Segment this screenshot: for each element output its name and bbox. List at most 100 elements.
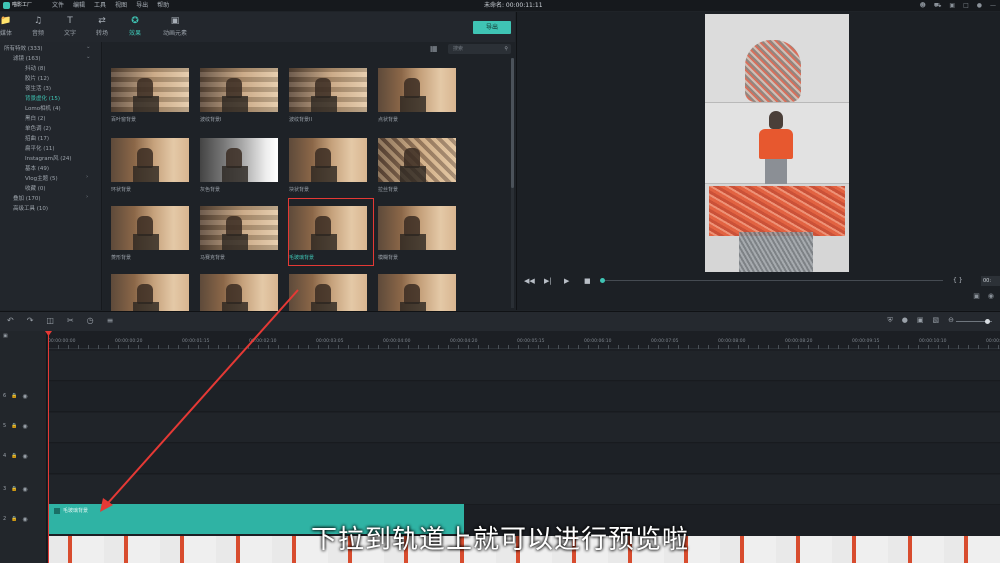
chevron-right-icon[interactable]: › [86, 174, 88, 180]
menu-edit[interactable]: 编辑 [73, 0, 85, 11]
category-all[interactable]: 所有特效 (333) ⌄ [4, 44, 100, 52]
category-item[interactable]: Lomo相机 (4) [25, 104, 61, 112]
category-item[interactable]: 基本 (49) [25, 164, 49, 172]
delete-icon[interactable]: ◫ [46, 316, 54, 325]
category-item-active[interactable]: 背景虚化 (15) [25, 94, 60, 102]
category-item[interactable]: 招曲 (17) [25, 134, 49, 142]
user-icon[interactable]: ☻ [920, 0, 926, 11]
bracket-icon[interactable]: { } [953, 274, 963, 288]
play-icon[interactable]: ▶ [564, 274, 569, 288]
zoom-slider-knob[interactable] [985, 319, 990, 324]
effect-tile[interactable]: 模糊背景 [378, 206, 456, 261]
grid-view-icon[interactable]: ▦ [430, 44, 438, 53]
effect-tile[interactable]: 波纹背景II [289, 68, 367, 123]
chevron-right-icon[interactable]: › [86, 194, 88, 200]
lock-icon[interactable]: 🔒 [11, 516, 17, 523]
subtitle-icon[interactable]: ▧ [933, 316, 940, 325]
ruler-tick-label: 00:00:08:20 [785, 339, 813, 344]
category-item-vlog[interactable]: Vlog主题 (5) › [25, 174, 100, 182]
microphone-icon[interactable]: ● [977, 0, 982, 11]
pixelated-legs [739, 232, 813, 272]
effect-tile[interactable]: 马赛克背景 [200, 206, 278, 261]
track-lane[interactable] [48, 351, 1000, 381]
gift-icon[interactable]: ▣ [949, 0, 955, 11]
clock-icon[interactable]: ◷ [87, 316, 94, 325]
eye-icon[interactable]: ◉ [22, 516, 27, 523]
search-icon[interactable]: ⚲ [504, 44, 508, 54]
zoom-out-icon[interactable]: ⊖ [948, 316, 954, 325]
menu-help[interactable]: 帮助 [157, 0, 169, 11]
effect-clip-icon [54, 507, 60, 514]
eye-icon[interactable]: ◉ [22, 453, 27, 460]
tab-audio[interactable]: ♫ 音频 [26, 16, 50, 37]
lock-icon[interactable]: 🔒 [11, 393, 17, 400]
eye-icon[interactable]: ◉ [22, 393, 27, 400]
scrollbar[interactable] [511, 58, 514, 308]
tab-text[interactable]: T 文字 [58, 16, 82, 37]
export-button[interactable]: 导出 [473, 21, 511, 34]
chevron-down-icon[interactable]: ⌄ [86, 54, 91, 60]
category-item[interactable]: 黑白 (2) [25, 114, 46, 122]
menu-export[interactable]: 导出 [136, 0, 148, 11]
menu-view[interactable]: 视图 [115, 0, 127, 11]
tab-elements[interactable]: ▣ 动画元素 [162, 16, 188, 37]
camera-icon[interactable]: ◉ [988, 292, 994, 300]
display-icon[interactable]: ▣ [973, 292, 980, 300]
effect-tile[interactable]: 百叶窗背景 [111, 68, 189, 123]
timeline-ruler[interactable]: 00:00:00:00 00:00:00:20 00:00:01:15 00:00:0… [48, 331, 1000, 349]
lock-icon[interactable]: 🔒 [11, 486, 17, 493]
category-overlay[interactable]: 叠加 (170) › [13, 194, 100, 202]
playback-progress-knob[interactable] [600, 278, 605, 283]
eye-icon[interactable]: ◉ [22, 486, 27, 493]
track-settings-icon[interactable]: ▣ [3, 333, 8, 339]
step-forward-icon[interactable]: ▶| [544, 274, 552, 288]
category-item[interactable]: 夜生活 (3) [25, 84, 51, 92]
playhead[interactable] [48, 331, 49, 563]
undo-icon[interactable]: ↶ [7, 316, 14, 325]
category-item[interactable]: 扁平化 (11) [25, 144, 55, 152]
track-header-settings: ▣ [3, 333, 45, 339]
effect-tile[interactable]: 拉丝背景 [378, 138, 456, 193]
effect-tile[interactable]: 环状背景 [111, 138, 189, 193]
category-filters[interactable]: 滤镜 (163) ⌄ [13, 54, 100, 62]
redo-icon[interactable]: ↷ [27, 316, 34, 325]
stop-icon[interactable]: ■ [584, 274, 591, 288]
category-item[interactable]: 单色调 (2) [25, 124, 51, 132]
prev-frame-icon[interactable]: ◀◀ [524, 274, 535, 288]
playback-progress-track[interactable] [603, 280, 943, 281]
microphone-icon[interactable]: ● [902, 316, 908, 325]
effect-tile[interactable]: 点状背景 [378, 68, 456, 123]
menu-tools[interactable]: 工具 [94, 0, 106, 11]
search-input[interactable]: 搜索 ⚲ [448, 44, 511, 54]
track-lane[interactable] [48, 475, 1000, 505]
tab-effects[interactable]: ✪ 效果 [123, 16, 147, 43]
category-item[interactable]: Instagram风 (24) [25, 154, 72, 162]
track-lane[interactable] [48, 444, 1000, 474]
track-lane[interactable] [48, 413, 1000, 443]
eye-icon[interactable]: ◉ [22, 423, 27, 430]
effect-tile[interactable]: 灰色背景 [200, 138, 278, 193]
category-item[interactable]: 收藏 (0) [25, 184, 46, 192]
lock-icon[interactable]: 🔒 [11, 423, 17, 430]
minimize-icon[interactable]: — [990, 0, 996, 11]
lock-icon[interactable]: 🔒 [11, 453, 17, 460]
shield-icon[interactable]: ⛨ [888, 316, 893, 325]
effect-tile[interactable]: 波纹背景I [200, 68, 278, 123]
adjust-icon[interactable]: ≡ [107, 316, 114, 325]
category-advanced[interactable]: 高级工具 (10) [13, 204, 48, 212]
track-lane[interactable] [48, 382, 1000, 412]
voiceover-icon[interactable]: ▣ [917, 316, 924, 325]
cart-icon[interactable]: ⛟ [934, 0, 942, 11]
category-item[interactable]: 胶片 (12) [25, 74, 49, 82]
tab-media[interactable]: 📁 媒体 [0, 16, 18, 37]
person-body [759, 129, 793, 159]
cut-icon[interactable]: ✂ [67, 316, 74, 325]
menu-file[interactable]: 文件 [52, 0, 64, 11]
effect-tile[interactable]: 菱形背景 [111, 206, 189, 261]
effect-tile[interactable]: 块状背景 [289, 138, 367, 193]
notification-icon[interactable]: □ [963, 0, 969, 11]
scrollbar-thumb[interactable] [511, 58, 514, 188]
chevron-down-icon[interactable]: ⌄ [86, 44, 91, 50]
category-item[interactable]: 抖动 (8) [25, 64, 46, 72]
tab-transition[interactable]: ⇄ 转场 [90, 16, 114, 37]
